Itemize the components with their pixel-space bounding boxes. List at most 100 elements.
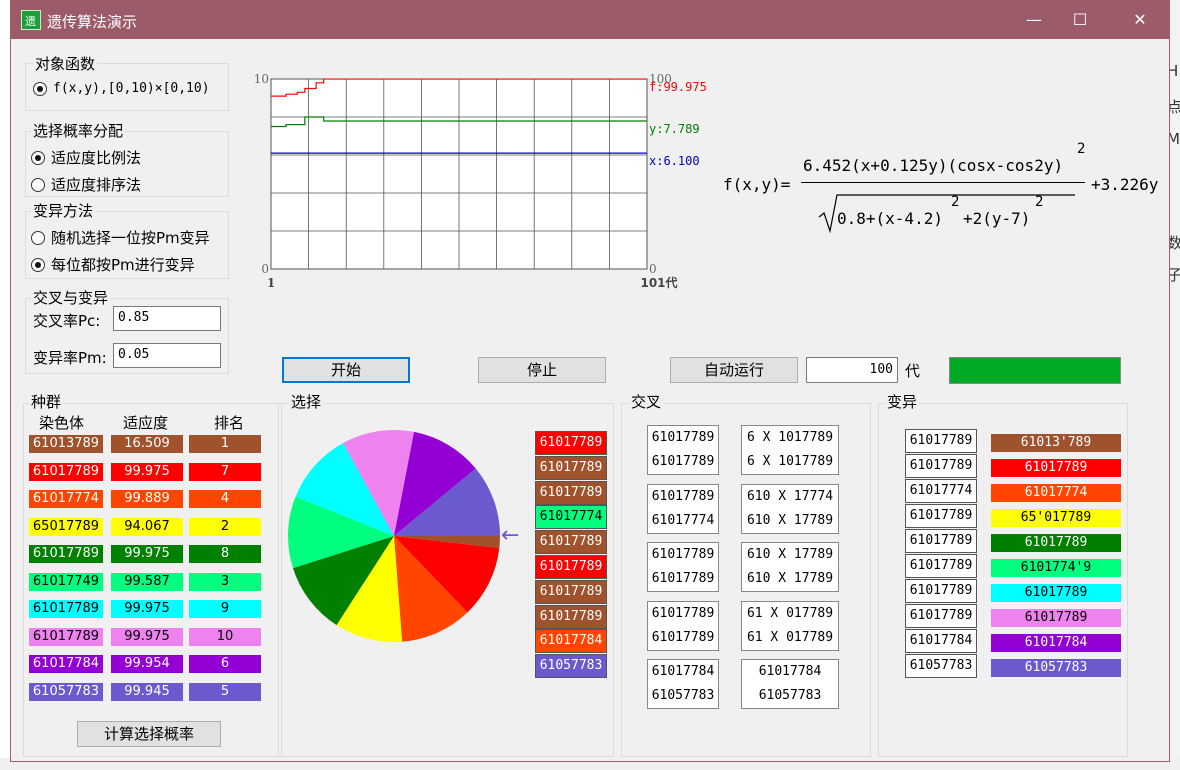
evolution-line-chart: 10010001 101代f:99.975y:7.789x:6.100 xyxy=(254,72,707,290)
crossover-parent: 61017789 xyxy=(651,630,715,645)
crossover-child: 610 X 17789 xyxy=(746,571,834,586)
roulette-pie-chart xyxy=(288,430,500,642)
minimize-button[interactable]: — xyxy=(1011,1,1057,39)
chart-left-top-label: 10 xyxy=(254,72,269,86)
mutated-chromosome: 61017774 xyxy=(991,484,1121,502)
crossover-child: 610 X 17789 xyxy=(746,513,834,528)
selected-chromosome: 61017789 xyxy=(535,455,607,480)
crossover-parent: 61017789 xyxy=(651,571,715,586)
population-rank-cell: 2 xyxy=(189,517,261,536)
population-fit-cell: 99.975 xyxy=(111,545,183,563)
mutated-chromosome: 61017789 xyxy=(991,459,1121,477)
app-icon: 遗 xyxy=(21,10,41,30)
population-fit-cell: 16.509 xyxy=(111,435,183,453)
mutation-method-title: 变异方法 xyxy=(31,200,96,221)
population-fit-cell: 99.945 xyxy=(111,682,183,701)
window-title: 遗传算法演示 xyxy=(47,13,138,31)
radio-dot xyxy=(31,177,45,192)
crossover-parent: 61057783 xyxy=(651,688,715,703)
crossover-child: 61 X 017789 xyxy=(746,606,834,621)
crossover-child: 6 X 1017789 xyxy=(746,430,834,445)
selected-chromosome: 61017789 xyxy=(535,530,607,555)
crossover-child: 610 X 17774 xyxy=(746,489,834,504)
objective-radio[interactable]: f(x,y),[0,10)×[0,10) xyxy=(33,81,210,96)
pm-label: 变异率Pm: xyxy=(33,349,107,367)
population-rank-cell: 9 xyxy=(189,600,261,618)
chart-right-bottom-label: 0 xyxy=(649,262,657,276)
option-label: 随机选择一位按Pm变异 xyxy=(51,229,210,247)
selected-chromosome: 61057783 xyxy=(535,654,607,679)
auto-run-button[interactable]: 自动运行 xyxy=(670,357,798,383)
start-button[interactable]: 开始 xyxy=(282,357,410,383)
calc-selection-prob-button[interactable]: 计算选择概率 xyxy=(77,721,221,747)
formula-numerator-exponent: 2 xyxy=(1077,141,1086,157)
formula-rhs: +3.226y xyxy=(1091,175,1159,194)
roulette-pointer-icon: ← xyxy=(501,523,520,548)
col-chromosome: 染色体 xyxy=(39,414,85,432)
radio-random-bit[interactable]: 随机选择一位按Pm变异 xyxy=(31,227,210,248)
mutated-chromosome: 61057783 xyxy=(991,659,1121,677)
selected-chromosome: 61017789 xyxy=(535,480,607,505)
selected-chromosome: 61017774 xyxy=(535,505,607,530)
selection-prob-title: 选择概率分配 xyxy=(31,120,126,141)
population-fit-cell: 99.954 xyxy=(111,655,183,673)
radio-dot xyxy=(31,230,45,245)
crossover-child: 61 X 017789 xyxy=(746,630,834,645)
population-rank-cell: 10 xyxy=(189,627,261,646)
crossover-child: 6 X 1017789 xyxy=(746,454,834,469)
generations-input[interactable]: 100 xyxy=(806,357,898,383)
population-fit-cell: 99.587 xyxy=(111,572,183,591)
population-rank-cell: 3 xyxy=(189,572,261,591)
mutation-input-chromosome: 61017789 xyxy=(905,604,977,628)
formula-denominator-rest: +2(y-7) xyxy=(963,209,1031,228)
population-fit-cell: 99.975 xyxy=(111,462,183,481)
population-chrom-cell: 61017789 xyxy=(29,600,103,618)
population-chrom-cell: 61017789 xyxy=(29,462,103,481)
crossover-child: 610 X 17789 xyxy=(746,547,834,562)
radio-dot xyxy=(33,81,47,96)
pc-input[interactable]: 0.85 xyxy=(113,306,221,331)
population-chrom-cell: 61017789 xyxy=(29,545,103,563)
close-button[interactable]: ✕ xyxy=(1117,1,1163,39)
population-rank-cell: 8 xyxy=(189,545,261,563)
population-fit-cell: 94.067 xyxy=(111,517,183,536)
formula-denominator: 0.8+(x-4.2) xyxy=(837,209,943,228)
crossover-parent: 61017789 xyxy=(651,454,715,469)
stop-button[interactable]: 停止 xyxy=(478,357,606,383)
mutation-input-chromosome: 61017789 xyxy=(905,529,977,553)
fraction-bar xyxy=(801,182,1085,183)
chart-series-label-y: y:7.789 xyxy=(649,122,700,136)
chart-left-bottom-label: 0 xyxy=(261,262,269,276)
pm-input[interactable]: 0.05 xyxy=(113,343,221,368)
population-chrom-cell: 61057783 xyxy=(29,682,103,701)
mutated-chromosome: 61017789 xyxy=(991,584,1121,602)
radio-dot xyxy=(31,257,45,272)
population-rank-cell: 4 xyxy=(189,490,261,508)
radio-proportional[interactable]: 适应度比例法 xyxy=(31,147,141,168)
population-fit-cell: 99.975 xyxy=(111,627,183,646)
chart-x-end-label: 101代 xyxy=(640,275,677,290)
title-bar[interactable]: 遗 遗传算法演示 — ☐ ✕ xyxy=(11,1,1169,39)
population-rank-cell: 5 xyxy=(189,682,261,701)
crossover-child: 61057783 xyxy=(758,688,822,703)
radio-ranking[interactable]: 适应度排序法 xyxy=(31,174,141,195)
pc-label: 交叉率Pc: xyxy=(33,312,101,330)
mutation-input-chromosome: 61017789 xyxy=(905,429,977,453)
chart-series-label-f: f:99.975 xyxy=(649,80,707,94)
crossover-mutation-title: 交叉与变异 xyxy=(31,287,111,308)
option-label: 适应度排序法 xyxy=(51,176,142,194)
crossover-title: 交叉 xyxy=(629,391,664,412)
main-window: 遗 遗传算法演示 — ☐ ✕ 对象函数 f(x,y),[0,10)×[0,10)… xyxy=(10,0,1170,762)
selection-title: 选择 xyxy=(289,391,324,412)
formula-den-exponent-2: 2 xyxy=(1035,194,1044,210)
maximize-button[interactable]: ☐ xyxy=(1057,1,1103,39)
mutated-chromosome: 6101774'9 xyxy=(991,559,1121,577)
crossover-parent: 61017774 xyxy=(651,513,715,528)
population-chrom-cell: 65017789 xyxy=(29,517,103,536)
col-rank: 排名 xyxy=(214,414,245,432)
option-label: 每位都按Pm进行变异 xyxy=(51,256,195,274)
mutation-input-chromosome: 61017789 xyxy=(905,454,977,478)
col-fitness: 适应度 xyxy=(123,414,169,432)
radio-every-bit[interactable]: 每位都按Pm进行变异 xyxy=(31,254,195,275)
mutation-input-chromosome: 61017774 xyxy=(905,479,977,503)
